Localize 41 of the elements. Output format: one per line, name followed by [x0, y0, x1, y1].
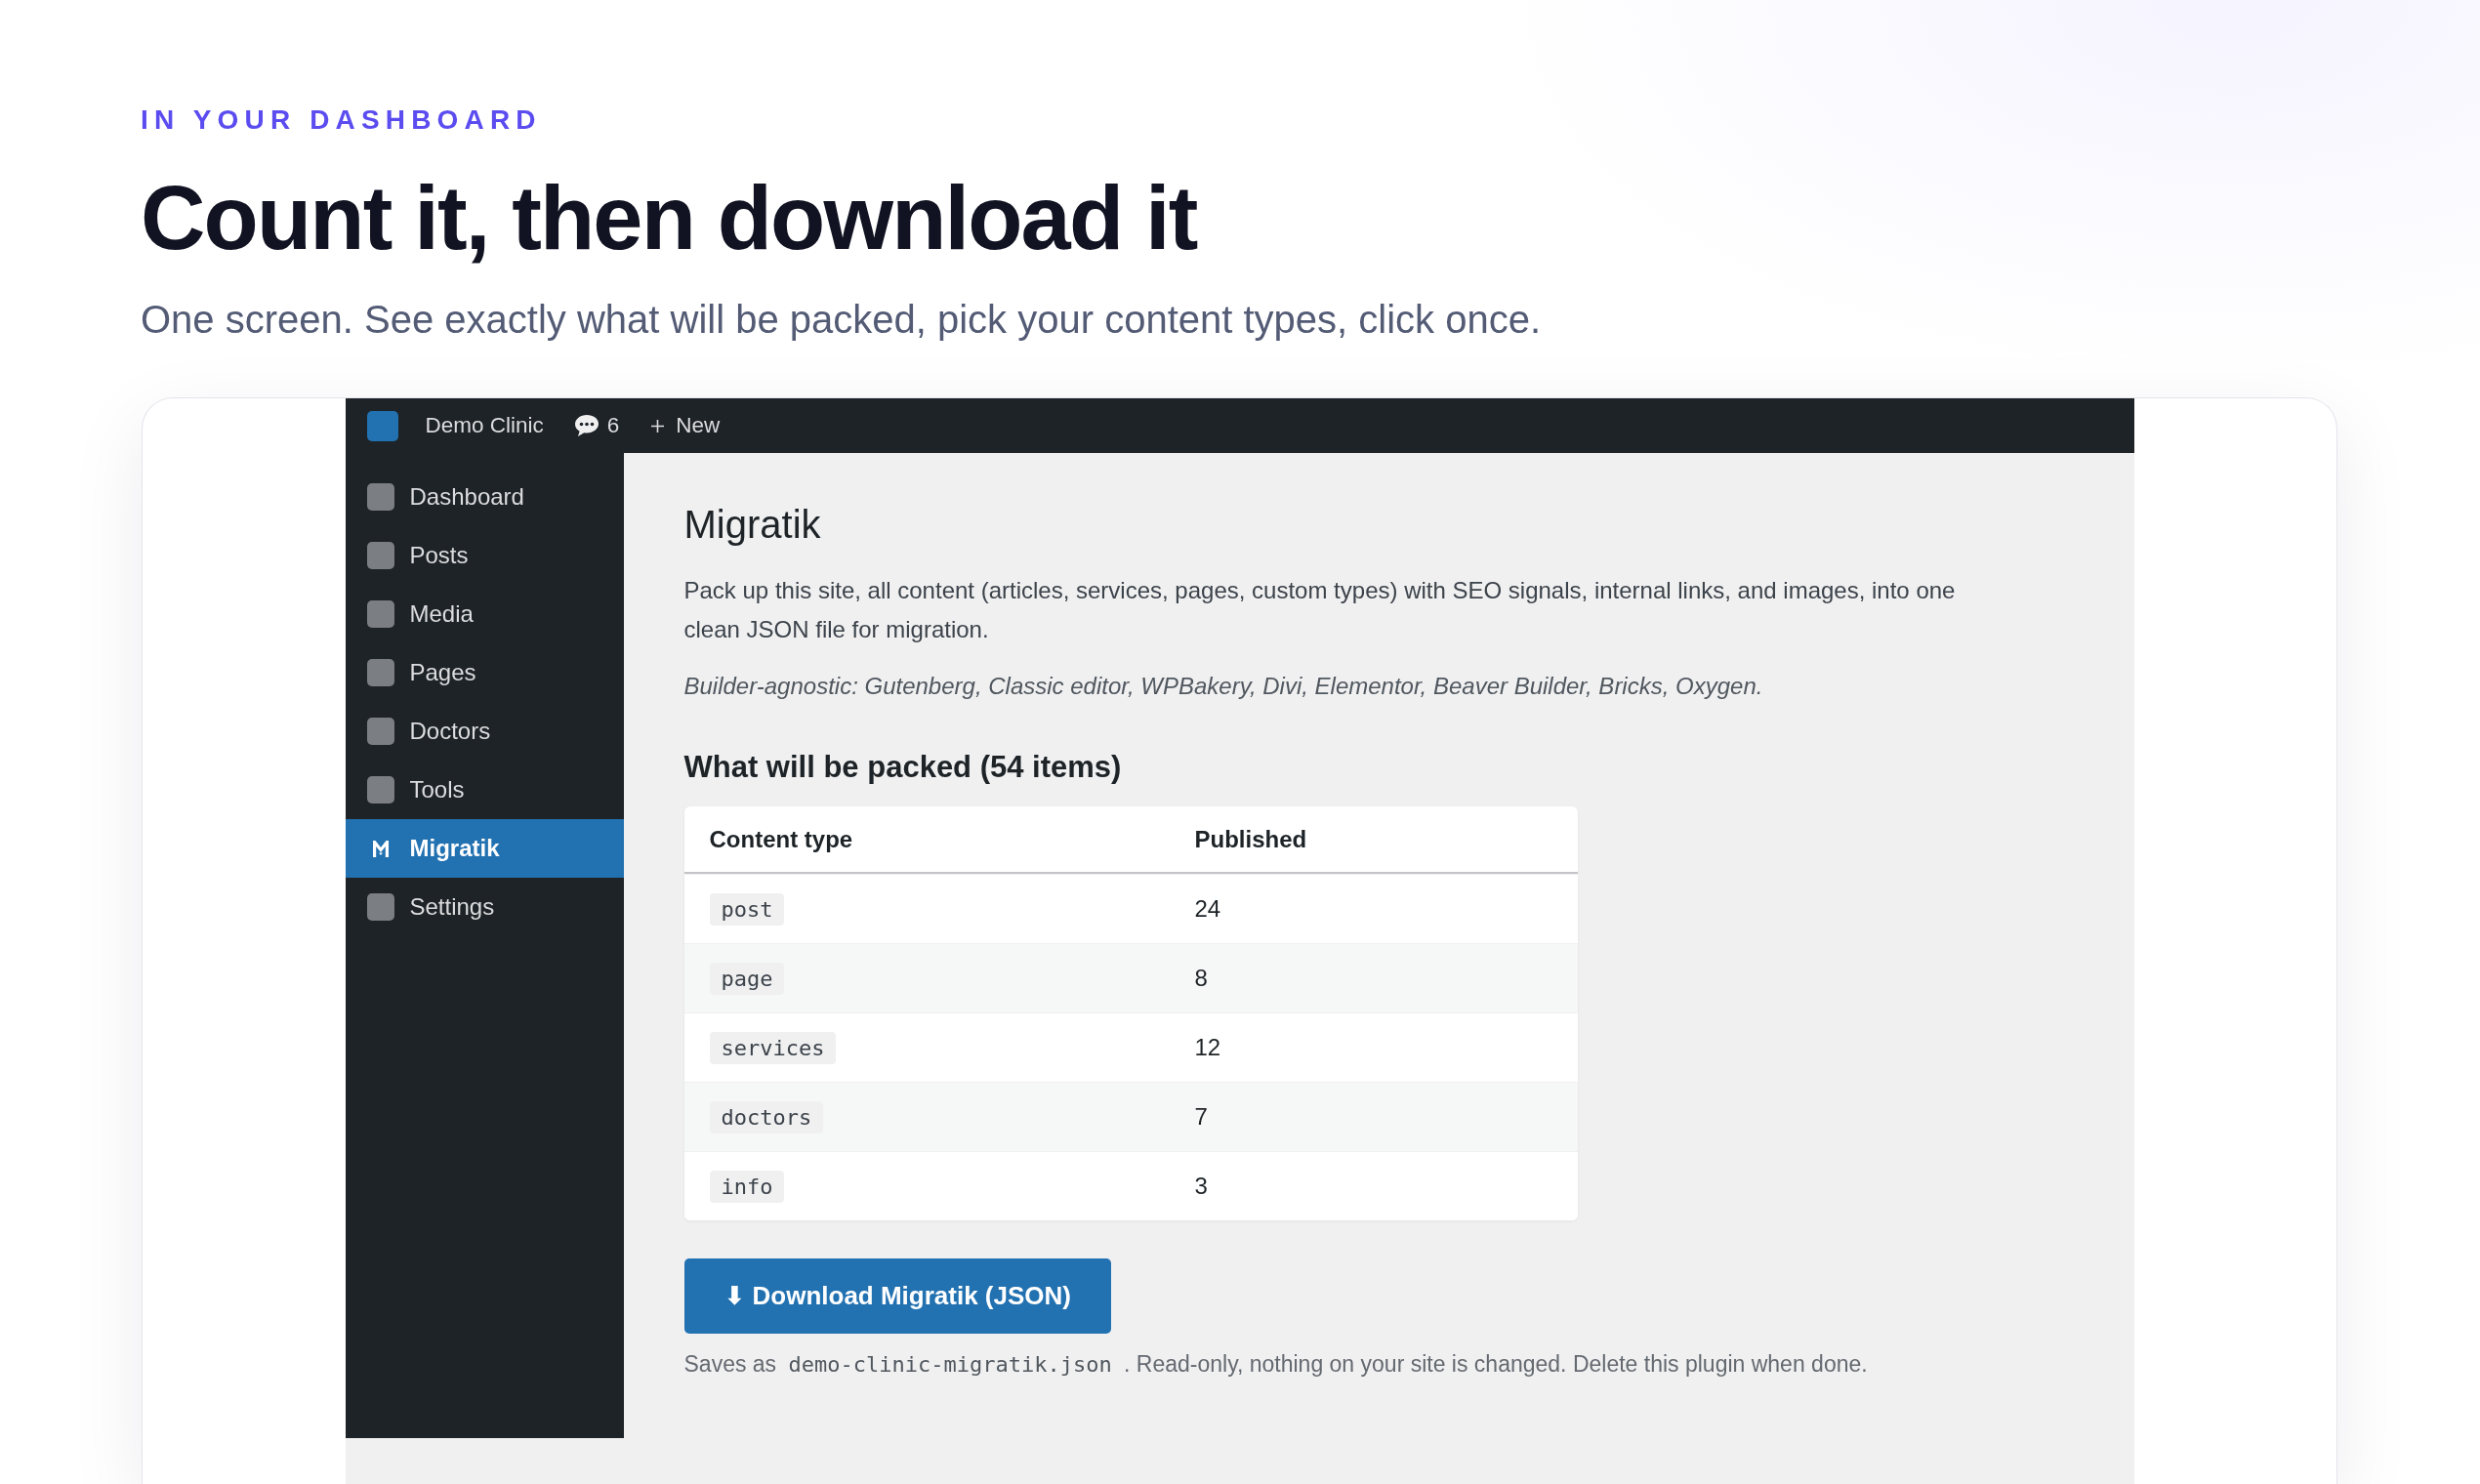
plus-icon — [651, 419, 665, 433]
sidebar-item[interactable]: Doctors — [345, 702, 624, 761]
new-link[interactable]: New — [651, 413, 721, 438]
sidebar-item[interactable]: Settings — [345, 878, 624, 936]
square-icon — [366, 776, 394, 804]
page-subtitle: One screen. See exactly what will be packed, pick your content types, click once. — [141, 297, 1543, 343]
square-icon — [366, 542, 394, 569]
square-icon — [366, 659, 394, 686]
sidebar-item[interactable]: Dashboard — [345, 468, 624, 526]
speech-bubble-icon — [573, 414, 599, 437]
sidebar-item[interactable]: Posts — [345, 526, 624, 585]
square-icon — [366, 483, 394, 511]
published-count: 12 — [1194, 1034, 1221, 1060]
download-button[interactable]: ⬇ Download Migratik (JSON) — [683, 1258, 1111, 1334]
square-icon — [366, 718, 394, 745]
square-logo-icon[interactable] — [366, 410, 398, 441]
post-type-tag: services — [709, 1031, 837, 1064]
sidebar-item[interactable]: Tools — [345, 761, 624, 819]
section-heading: What will be packed (54 items) — [683, 749, 1123, 786]
post-type-tag: doctors — [709, 1100, 824, 1134]
plugin-title: Migratik — [683, 502, 822, 548]
post-type-tag: page — [709, 962, 785, 995]
post-type-tag: info — [709, 1170, 785, 1203]
square-icon — [366, 600, 394, 628]
eyebrow-label: IN YOUR DASHBOARD — [141, 103, 543, 137]
post-type-tag: post — [709, 892, 785, 926]
file-note: Saves as demo-clinic-migratik.json . Read-only, nothing on your site is changed. Delete this plugin when done. — [683, 1350, 1869, 1379]
sidebar-item[interactable]: Migratik — [345, 819, 624, 878]
sidebar-item[interactable]: Pages — [345, 643, 624, 702]
site-name-link[interactable]: Demo Clinic — [425, 413, 544, 438]
plugin-description: Pack up this site, all content (articles, services, pages, custom types) with SEO signals, internal links, and images, into one clean JSON file for migration. — [683, 576, 1957, 644]
letter-m-icon — [370, 839, 391, 858]
builder-note: Builder-agnostic: Gutenberg, Classic editor, WPBakery, Divi, Elementor, Beaver Builder, Bricks, Oxygen. — [683, 672, 1764, 701]
page-title: Count it, then download it — [141, 169, 1198, 268]
square-icon — [366, 893, 394, 921]
comments-link[interactable]: 6 — [573, 413, 620, 438]
published-count: 24 — [1194, 895, 1221, 922]
published-count: 8 — [1194, 965, 1208, 991]
sidebar-item[interactable]: Media — [345, 585, 624, 643]
published-count: 3 — [1194, 1173, 1208, 1199]
published-count: 7 — [1194, 1103, 1208, 1130]
